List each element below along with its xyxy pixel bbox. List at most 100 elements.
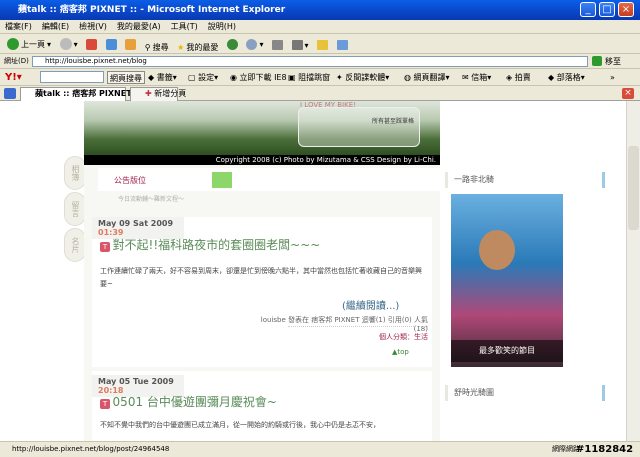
notice-title: 公告版位 — [114, 176, 146, 185]
post-2-body: 不知不覺中我們的台中優遊團已成立滿月，從一開始的約騎或行後，我心中仍是忐忑不安， — [100, 421, 380, 429]
sidebar-photo[interactable]: 最多歡笑的節目 — [451, 194, 563, 367]
stop-icon — [86, 39, 98, 50]
plus-icon: ✚ — [145, 89, 152, 98]
print-icon — [272, 40, 283, 50]
refresh-icon — [105, 39, 117, 50]
minimize-button[interactable]: _ — [580, 2, 596, 17]
post-icon: T — [100, 399, 110, 409]
banner-frame — [298, 107, 420, 147]
close-tab-icon[interactable]: × — [622, 88, 634, 99]
post-1-meta: louisbe 發表在 痞客邦 PIXNET 迴響(1) 引用(0) 人氣(18… — [260, 316, 428, 333]
post-1-title-row: T 對不起!!福科路夜市的套圈圈老闆~~~ — [100, 236, 320, 253]
sidebar-section-2: 舒時光騎圖 — [445, 385, 605, 401]
folder-icon — [317, 40, 329, 50]
menu-tools[interactable]: 工具(T) — [166, 20, 203, 34]
refresh-button[interactable] — [103, 36, 120, 54]
banner-copyright: Copyright 2008 (c) Photo by Mizutama & C… — [84, 155, 440, 165]
post-2: May 05 Tue 2009 20:18 T 0501 台中優遊團彌月慶祝會~… — [92, 371, 432, 441]
side-profile-button[interactable]: 名片 — [64, 228, 86, 262]
post-icon: T — [100, 242, 110, 252]
post-1-title[interactable]: 對不起!!福科路夜市的套圈圈老闆~~~ — [113, 238, 321, 252]
yahoo-toolbar: Y!▾ 網頁搜尋 ◆ 書籤▾ ▢ 設定▾ ◉ 立即下載 IE8 ▣ 阻擋跳窗 ✦… — [0, 69, 640, 86]
back-button[interactable]: 上一頁 ▾ — [4, 35, 54, 53]
antispyware[interactable]: ✦ 反間諜軟體▾ — [336, 71, 389, 84]
yahoo-mail[interactable]: ✉ 信箱▾ — [462, 71, 491, 84]
go-button[interactable]: 移至 — [605, 56, 621, 67]
post-1-body: 工作連續忙碌了兩天，好不容易到周末，卻還是忙到傍晚六點半，其中當然也包括忙著收藏… — [100, 267, 422, 288]
address-bar: 網址(D) http://louisbe.pixnet.net/blog 移至 — [0, 54, 640, 69]
side-album-button[interactable]: 相簿 — [64, 156, 86, 190]
yahoo-settings[interactable]: ▢ 設定▾ — [188, 71, 218, 84]
banner-subtitle: 所有甚至踩單格 — [372, 118, 415, 125]
search-icon: ⚲ — [144, 43, 151, 52]
tab-list-icon[interactable] — [4, 88, 16, 99]
post-2-title[interactable]: 0501 台中優遊團彌月慶祝會~ — [113, 395, 277, 409]
home-button[interactable] — [122, 36, 139, 54]
forward-arrow-icon — [59, 38, 72, 50]
research-icon — [336, 40, 348, 50]
address-label: 網址(D) — [4, 57, 29, 65]
scrollbar-thumb[interactable] — [628, 146, 639, 230]
mail-icon — [246, 39, 258, 50]
yahoo-logo[interactable]: Y!▾ — [5, 71, 22, 84]
toolbar-more[interactable]: » — [610, 71, 615, 84]
home-icon — [125, 39, 137, 50]
forward-button[interactable]: ▾ — [57, 35, 81, 53]
main-column: 公告版位 今日流動輔〜難新文程〜 May 09 Sat 2009 01:39 T… — [84, 165, 440, 441]
address-input[interactable]: http://louisbe.pixnet.net/blog — [32, 56, 588, 67]
ie8-download[interactable]: ◉ 立即下載 IE8 — [230, 71, 287, 84]
notice-badge — [212, 172, 232, 188]
side-guestbook-button[interactable]: 留言 — [64, 192, 86, 226]
menu-file[interactable]: 檔案(F) — [0, 20, 37, 34]
post-2-title-row: T 0501 台中優遊團彌月慶祝會~ — [100, 393, 277, 410]
post-1-category[interactable]: 個人分類：生活 — [322, 332, 428, 342]
notice-box: 公告版位 — [98, 168, 440, 191]
popup-blocker[interactable]: ▣ 阻擋跳窗 — [288, 71, 330, 84]
yahoo-auction[interactable]: ◈ 拍賣 — [506, 71, 531, 84]
right-sidebar: 一路非北騎 最多歡笑的節目 舒時光騎圖 — [445, 165, 615, 441]
web-search-button[interactable]: 網頁搜尋 — [107, 71, 145, 84]
status-bar: http://louisbe.pixnet.net/blog/post/2496… — [0, 441, 640, 457]
menu-favorites[interactable]: 我的最愛(A) — [112, 20, 166, 34]
mail-button[interactable]: ▾ — [243, 36, 266, 54]
post-1-divider — [288, 326, 428, 327]
edit-icon — [291, 40, 303, 50]
yahoo-blog[interactable]: ◆ 部落格▾ — [548, 71, 585, 84]
sidebar-section-1: 一路非北騎 — [445, 172, 605, 188]
go-arrow-icon[interactable] — [592, 56, 602, 66]
photo-caption: 最多歡笑的節目 — [451, 340, 563, 362]
messenger-button[interactable] — [314, 36, 331, 54]
window-titlebar: 蘋talk :: 痞客邦 PIXNET :: - Microsoft Inter… — [0, 0, 640, 20]
blog-banner: I LOVE MY BIKE! 所有甚至踩單格 Copyright 2008 (… — [84, 101, 440, 165]
yahoo-search-input[interactable] — [40, 71, 104, 83]
menu-edit[interactable]: 編輯(E) — [37, 20, 74, 34]
stop-button[interactable] — [83, 36, 100, 54]
post-1: May 09 Sat 2009 01:39 T 對不起!!福科路夜市的套圈圈老闆… — [92, 217, 432, 367]
person-face-shape — [479, 230, 515, 270]
edit-button[interactable]: ▾ — [289, 36, 312, 54]
post-1-top-link[interactable]: ▲top — [392, 348, 409, 356]
notice-marquee: 今日流動輔〜難新文程〜 — [118, 196, 185, 203]
vertical-scrollbar[interactable] — [626, 101, 640, 441]
watermark: #1182842 — [576, 444, 634, 455]
print-button[interactable] — [269, 36, 286, 54]
tab-new[interactable]: ✚ 新增分頁 — [130, 87, 186, 101]
menu-help[interactable]: 說明(H) — [203, 20, 241, 34]
maximize-button[interactable]: □ — [599, 2, 615, 17]
standard-toolbar: 上一頁 ▾ ▾ ⚲ 搜尋 ★ 我的最愛 ▾ ▾ — [0, 34, 640, 54]
status-url: http://louisbe.pixnet.net/blog/post/2496… — [12, 445, 170, 453]
back-arrow-icon — [7, 38, 19, 50]
page-viewport: 相簿 留言 名片 I LOVE MY BIKE! 所有甚至踩單格 Copyrig… — [0, 101, 626, 441]
close-button[interactable]: × — [618, 2, 634, 17]
history-button[interactable] — [224, 36, 241, 54]
tab-bar: 蘋talk :: 痞客邦 PIXNET :: ✚ 新增分頁 × — [0, 86, 640, 101]
tab-active[interactable]: 蘋talk :: 痞客邦 PIXNET :: — [20, 87, 141, 101]
menu-view[interactable]: 檢視(V) — [74, 20, 112, 34]
web-translate[interactable]: ◍ 網頁翻譯▾ — [404, 71, 450, 84]
star-icon: ★ — [177, 43, 185, 52]
yahoo-bookmarks[interactable]: ◆ 書籤▾ — [148, 71, 177, 84]
history-icon — [226, 39, 238, 50]
post-1-read-more[interactable]: (繼續閱讀...) — [342, 297, 399, 312]
menu-bar: 檔案(F) 編輯(E) 檢視(V) 我的最愛(A) 工具(T) 說明(H) — [0, 20, 640, 34]
research-button[interactable] — [334, 36, 351, 54]
